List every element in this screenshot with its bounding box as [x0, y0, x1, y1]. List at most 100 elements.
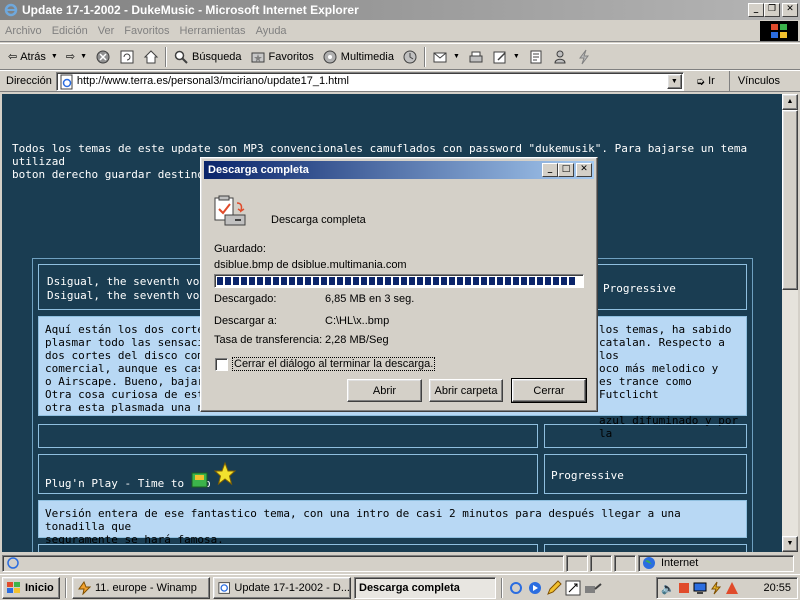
go-label: Ir [708, 75, 715, 87]
close-on-complete-checkbox[interactable] [215, 358, 228, 371]
taskbar: Inicio 11. europe - Winamp Update 17-1-2… [0, 574, 800, 600]
close-button[interactable]: ✕ [782, 3, 798, 17]
back-dropdown-icon[interactable]: ▼ [51, 53, 58, 60]
window-titlebar[interactable]: Update 17-1-2002 - DukeMusic - Microsoft… [0, 0, 800, 20]
speaker-icon[interactable]: 🔈 [661, 582, 675, 595]
status-pane [566, 554, 588, 572]
search-button[interactable]: Búsqueda [169, 46, 246, 68]
discuss-button[interactable] [524, 46, 548, 68]
saved-label: Guardado: [214, 243, 266, 255]
scroll-thumb[interactable] [782, 110, 798, 290]
dialog-heading: Descarga completa [271, 214, 366, 226]
track-title[interactable]: Plug'n Play - Time to bob [45, 477, 211, 490]
address-input[interactable]: http://www.terra.es/personal3/mciriano/u… [55, 71, 684, 91]
progress-block [353, 277, 359, 285]
task-download-complete[interactable]: Descarga completa [354, 576, 496, 599]
menu-ver[interactable]: Ver [93, 25, 120, 37]
scroll-down-icon[interactable]: ▼ [782, 536, 798, 552]
media-button[interactable]: Multimedia [318, 46, 398, 68]
print-button[interactable] [464, 46, 488, 68]
open-folder-button[interactable]: Abrir carpeta [429, 379, 503, 402]
zone-label: Internet [661, 557, 699, 569]
resize-quicklaunch-icon[interactable] [565, 580, 581, 596]
task-winamp[interactable]: 11. europe - Winamp [72, 576, 210, 599]
tray-alert-icon[interactable] [725, 581, 739, 595]
tray-app-icon[interactable] [677, 581, 691, 595]
address-dropdown-icon[interactable]: ▼ [666, 73, 682, 89]
download-disk-icon[interactable] [191, 469, 209, 489]
progress-block [465, 277, 471, 285]
mail-button[interactable]: ▼ [428, 46, 464, 68]
status-pane [614, 554, 636, 572]
go-button[interactable]: ➭ Ir [690, 75, 721, 88]
downloaded-value: 6,85 MB en 3 seg. [325, 293, 415, 305]
scroll-up-icon[interactable]: ▲ [782, 94, 798, 110]
media-player-quicklaunch-icon[interactable] [527, 580, 543, 596]
forward-dropdown-icon[interactable]: ▼ [80, 53, 87, 60]
printer-icon [469, 51, 483, 62]
back-button[interactable]: ⇦ Atrás ▼ [4, 46, 62, 68]
security-zone[interactable]: Internet [638, 554, 794, 572]
description-text: Versión entera de ese fantastico tema, c… [45, 507, 681, 546]
track-genre: Progressive [551, 469, 624, 482]
history-icon [403, 50, 417, 63]
mail-dropdown-icon[interactable]: ▼ [453, 53, 460, 60]
progress-block [457, 277, 463, 285]
tray-display-icon[interactable] [693, 581, 707, 595]
menu-favoritos[interactable]: Favoritos [119, 25, 174, 37]
back-arrow-icon: ⇦ [8, 51, 18, 63]
edit-dropdown-icon[interactable]: ▼ [513, 53, 520, 60]
dialog-minimize-button[interactable]: _ [542, 163, 558, 177]
close-dialog-button[interactable]: Cerrar [511, 378, 587, 403]
links-button[interactable]: Vínculos [728, 71, 780, 91]
home-button[interactable] [139, 46, 163, 68]
favorites-button[interactable]: Favoritos [246, 46, 318, 68]
progress-block [273, 277, 279, 285]
progress-block [217, 277, 223, 285]
pencil-quicklaunch-icon[interactable] [546, 579, 562, 596]
download-progress-bar [214, 274, 584, 288]
history-button[interactable] [398, 46, 422, 68]
menu-herramientas[interactable]: Herramientas [175, 25, 251, 37]
rate-label: Tasa de transferencia: [214, 334, 323, 346]
favorites-label: Favoritos [268, 50, 314, 63]
target-value: C:\HL\x..bmp [325, 315, 390, 327]
messenger-button[interactable] [548, 46, 572, 68]
maximize-button[interactable]: ❐ [764, 3, 780, 17]
dialog-maximize-button[interactable]: □ [558, 163, 574, 177]
ie-quicklaunch-icon[interactable] [508, 580, 524, 596]
dialog-close-button[interactable]: ✕ [576, 163, 592, 177]
related-button[interactable] [572, 46, 596, 68]
progress-block [297, 277, 303, 285]
close-on-complete-label[interactable]: Cerrar el diálogo al terminar la descarg… [232, 357, 436, 371]
internet-globe-icon [643, 557, 655, 569]
refresh-button[interactable] [115, 46, 139, 68]
track-genre-cell: Progressive [544, 454, 747, 494]
search-label: Búsqueda [192, 50, 242, 63]
clock[interactable]: 20:55 [763, 582, 791, 594]
network-quicklaunch-icon[interactable] [584, 580, 602, 596]
task-internet-explorer[interactable]: Update 17-1-2002 - D... [213, 576, 351, 599]
internet-explorer-icon [4, 3, 18, 17]
start-button[interactable]: Inicio [2, 576, 60, 599]
vertical-scrollbar[interactable]: ▲ ▼ [782, 94, 798, 552]
menu-ayuda[interactable]: Ayuda [251, 25, 292, 37]
progress-block [321, 277, 327, 285]
rate-value: 2,28 MB/Seg [325, 334, 389, 346]
start-label: Inicio [25, 581, 54, 594]
tray-power-icon[interactable] [709, 581, 723, 595]
forward-button[interactable]: ⇨ ▼ [62, 46, 91, 68]
progress-block [409, 277, 415, 285]
open-button[interactable]: Abrir [347, 379, 422, 402]
windows-logo-icon [760, 21, 798, 41]
status-pane [590, 554, 612, 572]
menu-edicion[interactable]: Edición [47, 25, 93, 37]
minimize-button[interactable]: _ [748, 3, 764, 17]
menu-archivo[interactable]: Archivo [0, 25, 47, 37]
edit-button[interactable]: ▼ [488, 46, 524, 68]
dialog-titlebar[interactable]: Descarga completa _ □ ✕ [204, 161, 594, 179]
download-complete-icon [214, 195, 246, 226]
stop-button[interactable] [91, 46, 115, 68]
address-bar: Dirección http://www.terra.es/personal3/… [0, 70, 800, 92]
winamp-icon [78, 580, 91, 595]
